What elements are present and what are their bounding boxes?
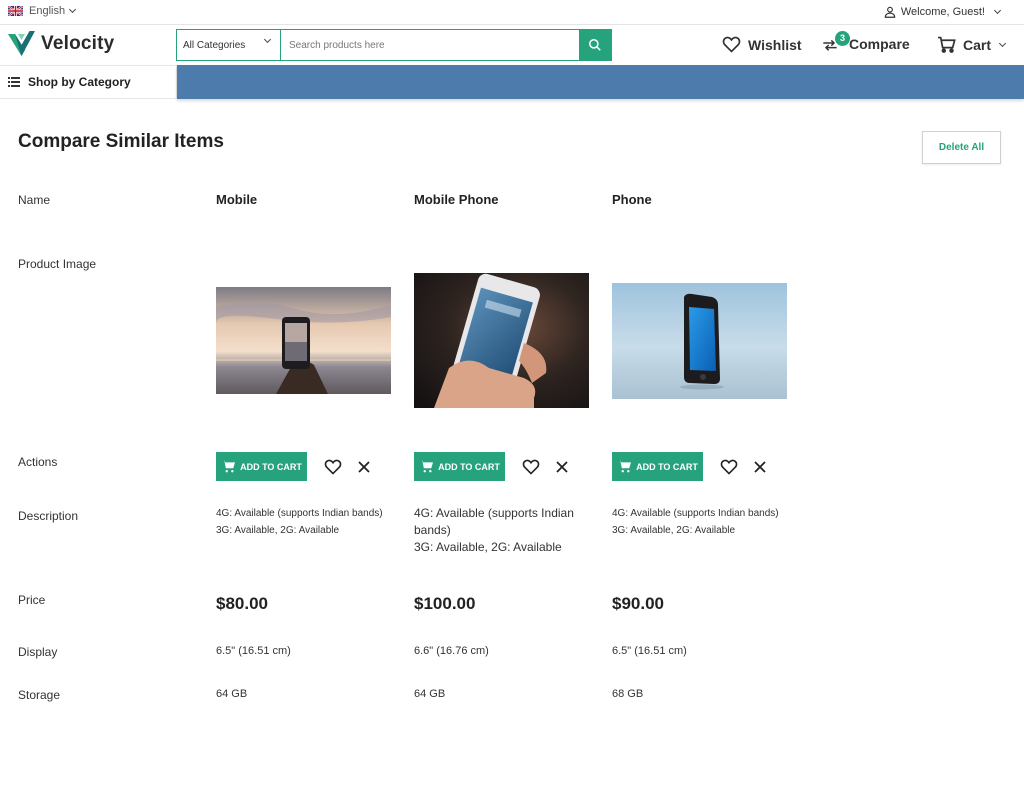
category-menu-bar [177, 65, 1024, 99]
cart-icon [222, 460, 236, 473]
description-line: 4G: Available (supports Indian [414, 506, 574, 520]
user-icon [884, 6, 896, 18]
product-storage: 68 GB [612, 688, 644, 700]
search-input[interactable] [281, 30, 579, 60]
category-select[interactable]: All Categories [177, 30, 281, 60]
product-price: $90.00 [612, 594, 664, 613]
cart-icon [938, 36, 956, 53]
add-to-wishlist-button[interactable] [720, 459, 738, 475]
compare-link[interactable]: 3 Compare [822, 31, 910, 52]
category-nav: Shop by Category [0, 65, 1024, 99]
menu-icon [8, 77, 20, 87]
add-to-cart-label: ADD TO CART [438, 461, 500, 472]
product-display: 6.6" (16.76 cm) [414, 645, 489, 657]
description-line: 3G: Available, 2G: Available [216, 525, 340, 536]
shop-by-category-button[interactable]: Shop by Category [0, 65, 177, 99]
product-description: 4G: Available (supports Indian bands) 3G… [216, 505, 396, 539]
close-icon [358, 460, 370, 473]
cart-label: Cart [963, 36, 992, 53]
description-line: 4G: Available (supports Indian bands) [612, 508, 779, 519]
product-description: 4G: Available (supports Indian bands) 3G… [612, 505, 792, 539]
cart-icon [420, 460, 434, 473]
add-to-cart-label: ADD TO CART [240, 461, 302, 472]
product-actions: ADD TO CART [612, 452, 766, 481]
search-icon [588, 38, 601, 51]
heart-icon [720, 459, 738, 475]
chevron-down-icon [263, 35, 272, 44]
welcome-text: Welcome, Guest! [900, 6, 985, 18]
product-name-text: Mobile Phone [414, 192, 499, 207]
delete-all-button[interactable]: Delete All [922, 131, 1001, 164]
close-icon [556, 460, 568, 473]
product-name-text: Mobile [216, 192, 258, 207]
product-image[interactable] [414, 273, 589, 408]
row-label-price: Price [18, 593, 46, 607]
product-storage: 64 GB [414, 688, 446, 700]
row-label-description: Description [18, 509, 79, 523]
compare-label: Compare [849, 36, 910, 52]
shop-by-category-label: Shop by Category [28, 75, 131, 89]
cart-icon [618, 460, 632, 473]
remove-item-button[interactable] [556, 460, 568, 473]
description-line: 3G: Available, 2G: Available [612, 525, 736, 536]
description-line: bands) [414, 523, 451, 537]
product-storage: 64 GB [216, 688, 248, 700]
product-image[interactable] [612, 283, 787, 399]
product-display: 6.5" (16.51 cm) [612, 645, 687, 657]
row-label-actions: Actions [18, 455, 58, 469]
wishlist-label: Wishlist [748, 36, 802, 53]
product-actions: ADD TO CART [414, 452, 568, 481]
product-actions: ADD TO CART [216, 452, 370, 481]
row-label-storage: Storage [18, 688, 61, 702]
product-name-text: Phone [612, 192, 652, 207]
row-label-image: Product Image [18, 257, 97, 271]
chevron-down-icon [993, 6, 1002, 15]
wishlist-link[interactable]: Wishlist [722, 36, 802, 53]
cart-link[interactable]: Cart [937, 36, 1007, 53]
description-line: 3G: Available, 2G: Available [414, 540, 562, 554]
add-to-cart-label: ADD TO CART [636, 461, 698, 472]
compare-count-badge: 3 [835, 31, 850, 46]
search-bar: All Categories [176, 29, 612, 61]
product-image[interactable] [216, 287, 391, 394]
heart-icon [324, 459, 342, 475]
chevron-down-icon [69, 5, 77, 14]
search-button[interactable] [579, 30, 611, 60]
product-description: 4G: Available (supports Indian bands) 3G… [414, 505, 594, 556]
add-to-cart-button[interactable]: ADD TO CART [612, 452, 703, 481]
row-label-name: Name [18, 193, 51, 207]
close-icon [754, 460, 766, 473]
add-to-wishlist-button[interactable] [522, 459, 540, 475]
description-line: 4G: Available (supports Indian bands) [216, 508, 383, 519]
top-bar: English Welcome, Guest! [0, 0, 1024, 25]
logo-text: Velocity [41, 33, 115, 54]
site-logo[interactable]: Velocity [8, 31, 114, 57]
language-selector[interactable]: English [8, 5, 77, 17]
product-price: $80.00 [216, 594, 268, 613]
heart-icon [522, 459, 540, 475]
product-name[interactable]: Mobile [216, 191, 396, 209]
velocity-logo-icon [8, 31, 35, 56]
main-header: Velocity All Categories Wishlist 3 C [0, 25, 1024, 65]
page-title: Compare Similar Items [18, 131, 224, 152]
row-label-display: Display [18, 645, 58, 659]
language-label: English [29, 5, 66, 17]
uk-flag-icon [8, 6, 23, 16]
chevron-down-icon [998, 39, 1007, 47]
product-price: $100.00 [414, 594, 476, 613]
product-name[interactable]: Mobile Phone [414, 191, 594, 209]
product-display: 6.5" (16.51 cm) [216, 645, 291, 657]
remove-item-button[interactable] [358, 460, 370, 473]
add-to-wishlist-button[interactable] [324, 459, 342, 475]
remove-item-button[interactable] [754, 460, 766, 473]
account-menu[interactable]: Welcome, Guest! [883, 5, 1002, 19]
product-name[interactable]: Phone [612, 191, 792, 209]
heart-icon [722, 36, 741, 53]
add-to-cart-button[interactable]: ADD TO CART [414, 452, 505, 481]
category-select-value: All Categories [183, 39, 246, 51]
add-to-cart-button[interactable]: ADD TO CART [216, 452, 307, 481]
